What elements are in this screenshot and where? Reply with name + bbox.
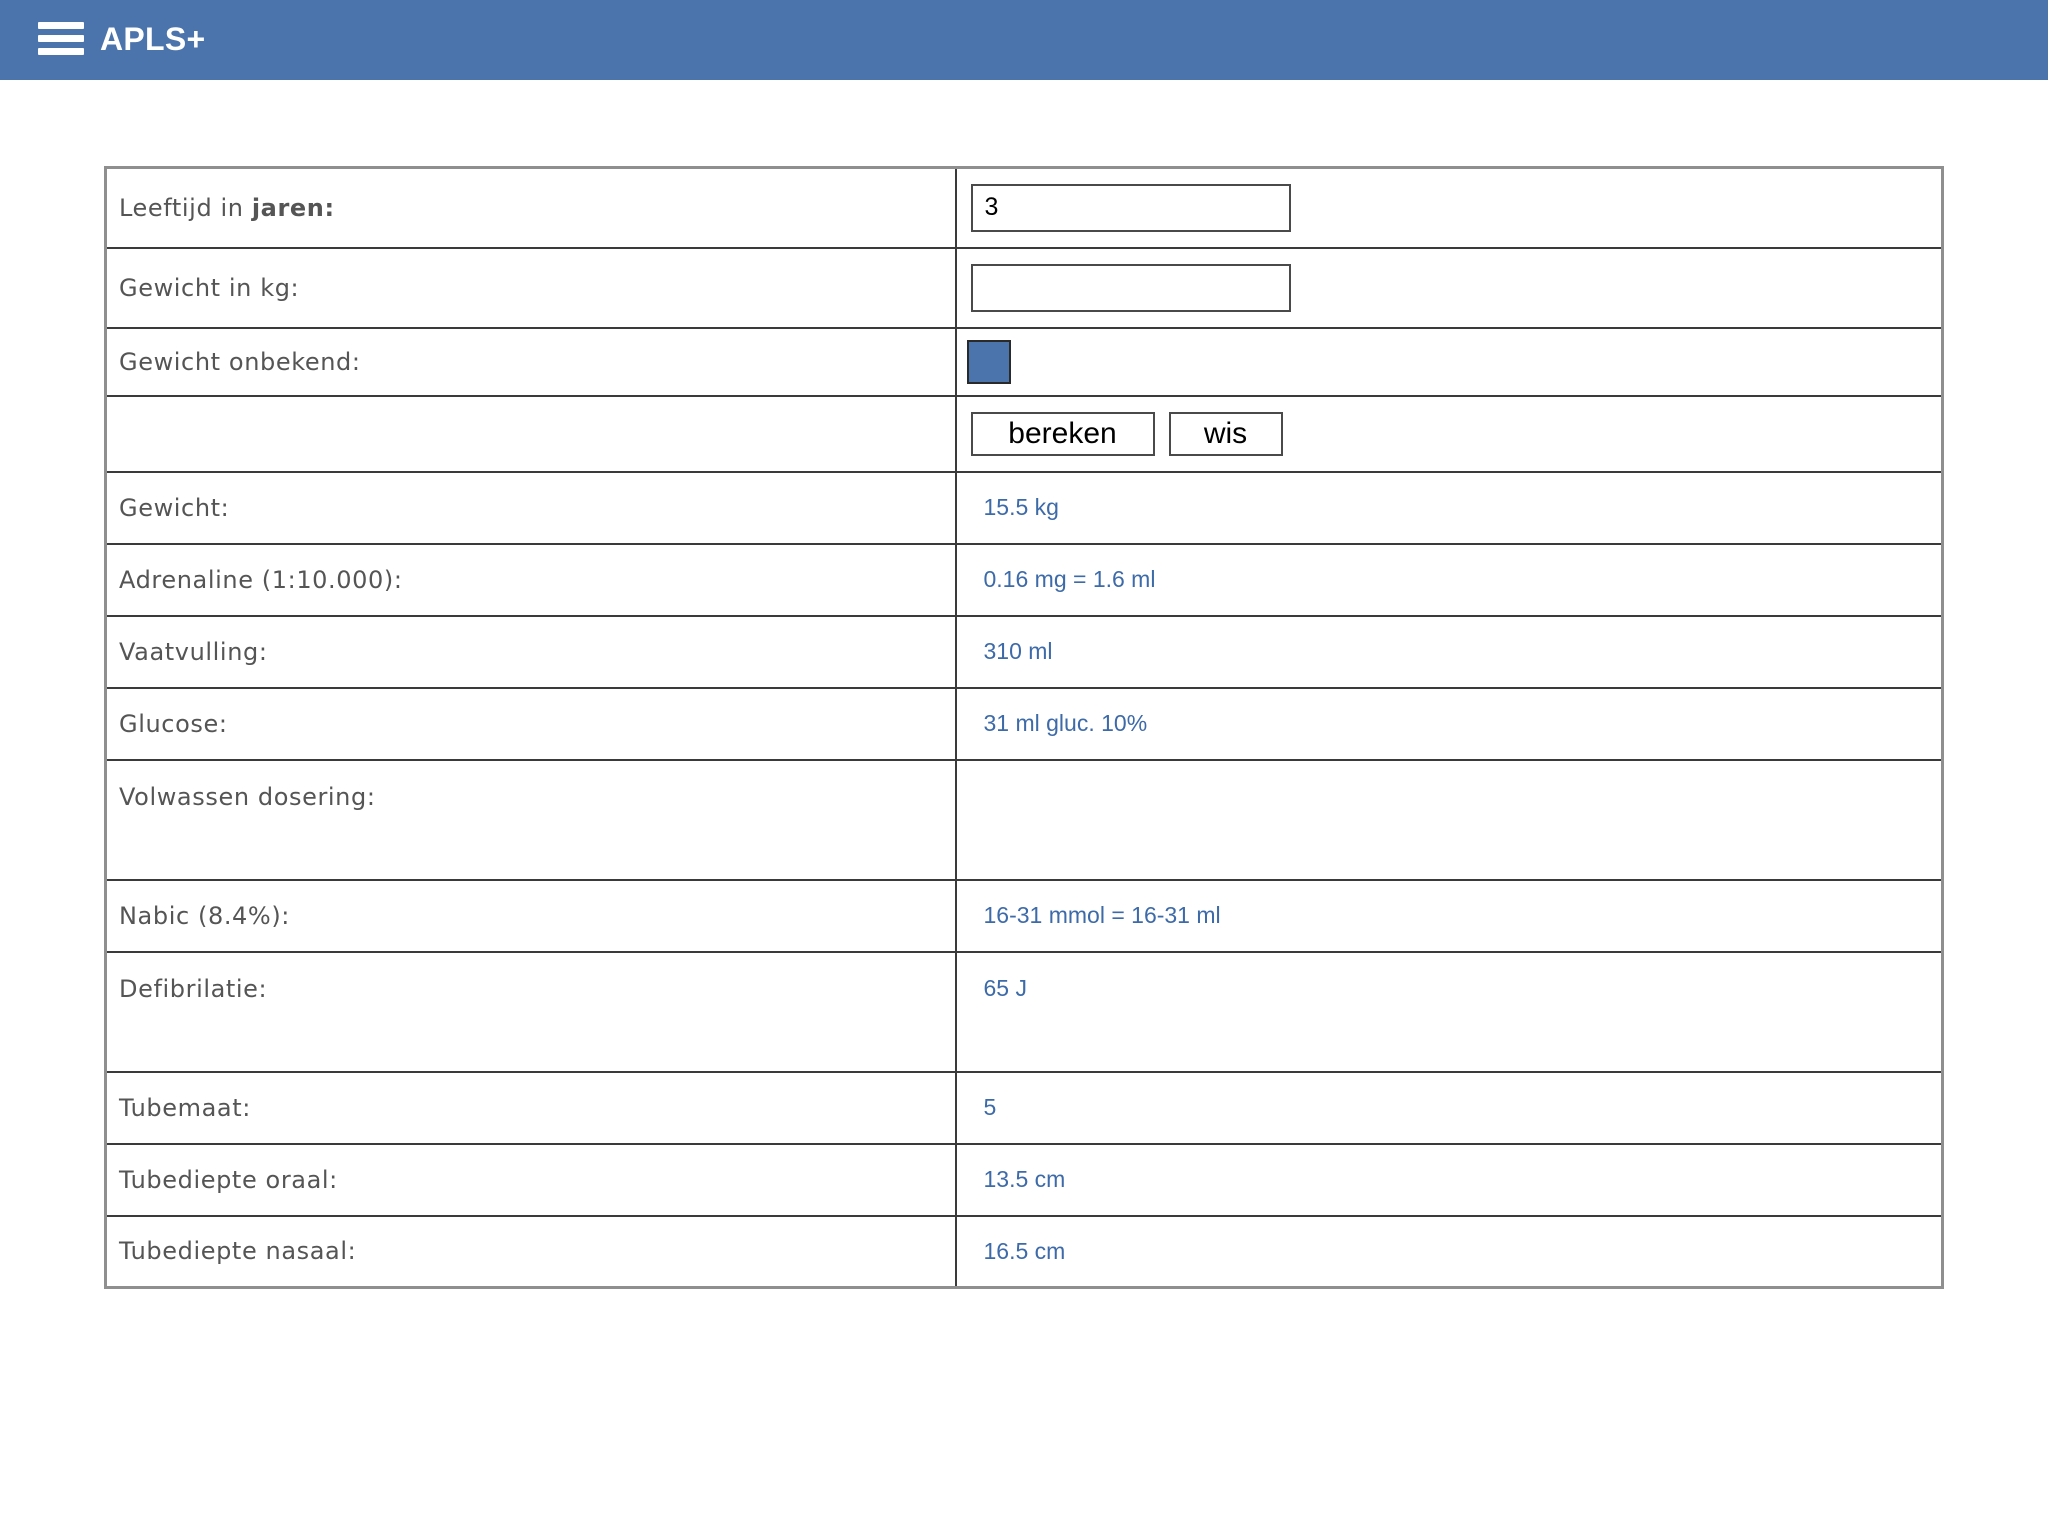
result-row: Nabic (8.4%): 16-31 mmol = 16-31 ml <box>104 878 1944 953</box>
result-label-weight: Gewicht: <box>104 470 957 545</box>
weight-unknown-label: Gewicht onbekend: <box>104 326 957 397</box>
result-row: Adrenaline (1:10.000): 0.16 mg = 1.6 ml <box>104 542 1944 617</box>
weight-unknown-row: Gewicht onbekend: <box>104 326 1944 397</box>
result-label-defibrillation: Defibrilatie: <box>104 950 957 1073</box>
result-value-tube-depth-oral: 13.5 cm <box>954 1142 1944 1217</box>
result-label-fluid: Vaatvulling: <box>104 614 957 689</box>
result-value-nabic: 16-31 mmol = 16-31 ml <box>954 878 1944 953</box>
weight-label: Gewicht in kg: <box>104 246 957 329</box>
buttons-row: bereken wis <box>104 394 1944 473</box>
result-value-glucose: 31 ml gluc. 10% <box>954 686 1944 761</box>
clear-button[interactable]: wis <box>1168 411 1283 456</box>
result-value-fluid: 310 ml <box>954 614 1944 689</box>
hamburger-menu-icon[interactable] <box>38 20 84 58</box>
result-value-tube-size: 5 <box>954 1070 1944 1145</box>
result-label-tube-depth-nasal: Tubediepte nasaal: <box>104 1214 957 1289</box>
age-label: Leeftijd in jaren: <box>104 166 957 249</box>
weight-unknown-checkbox[interactable] <box>966 339 1011 384</box>
result-label-nabic: Nabic (8.4%): <box>104 878 957 953</box>
result-value-weight: 15.5 kg <box>954 470 1944 545</box>
result-label-tube-depth-oral: Tubediepte oraal: <box>104 1142 957 1217</box>
weight-input[interactable] <box>970 263 1291 312</box>
age-row: Leeftijd in jaren: <box>104 166 1944 249</box>
weight-row: Gewicht in kg: <box>104 246 1944 329</box>
result-row: Volwassen dosering: <box>104 758 1944 881</box>
result-row: Gewicht: 15.5 kg <box>104 470 1944 545</box>
result-value-adrenaline: 0.16 mg = 1.6 ml <box>954 542 1944 617</box>
result-row: Vaatvulling: 310 ml <box>104 614 1944 689</box>
empty-label-cell <box>104 394 957 473</box>
result-value-defibrillation: 65 J <box>954 950 1944 1073</box>
result-row: Defibrilatie: 65 J <box>104 950 1944 1073</box>
result-value-adult-dose <box>954 758 1944 881</box>
dosage-calculator-table: Leeftijd in jaren: Gewicht in kg: Gewich… <box>104 166 1944 1289</box>
result-row: Tubediepte oraal: 13.5 cm <box>104 1142 1944 1217</box>
result-row: Tubediepte nasaal: 16.5 cm <box>104 1214 1944 1289</box>
result-row: Glucose: 31 ml gluc. 10% <box>104 686 1944 761</box>
result-value-tube-depth-nasal: 16.5 cm <box>954 1214 1944 1289</box>
result-label-adrenaline: Adrenaline (1:10.000): <box>104 542 957 617</box>
result-label-tube-size: Tubemaat: <box>104 1070 957 1145</box>
app-title: APLS+ <box>100 21 206 57</box>
age-input[interactable] <box>970 183 1291 232</box>
result-label-adult-dose: Volwassen dosering: <box>104 758 957 881</box>
result-label-glucose: Glucose: <box>104 686 957 761</box>
result-row: Tubemaat: 5 <box>104 1070 1944 1145</box>
top-bar: APLS+ <box>0 0 2048 80</box>
age-label-unit: jaren: <box>251 193 335 222</box>
calculate-button[interactable]: bereken <box>970 411 1155 456</box>
